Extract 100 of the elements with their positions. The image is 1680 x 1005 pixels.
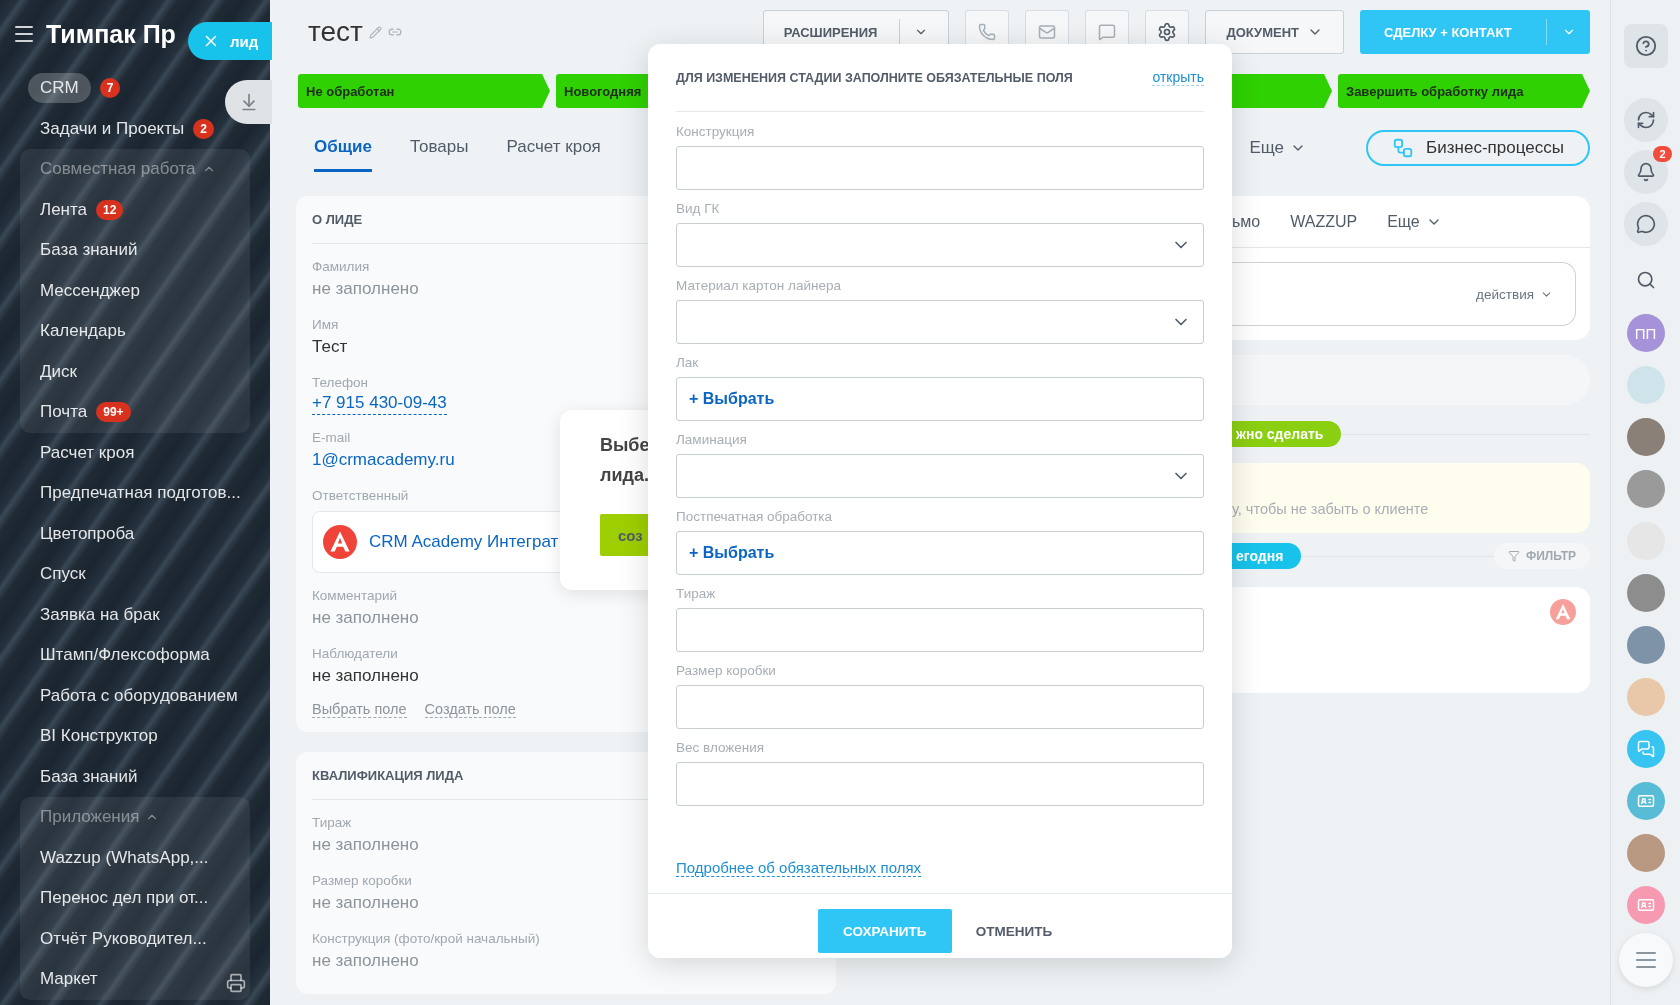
stage-step[interactable]: Не обработан (298, 74, 550, 108)
help-link[interactable]: Подробнее об обязательных полях (676, 859, 922, 877)
sidebar-item[interactable]: Задачи и Проекты (40, 118, 185, 139)
field-label: Конструкция (фото/крой начальный) (312, 930, 540, 948)
field-label: Конструкция (676, 123, 756, 141)
filter-icon (1507, 550, 1520, 562)
sidebar-item[interactable]: Расчет кроя (40, 442, 135, 463)
tab[interactable]: Товары (410, 124, 469, 172)
user-link[interactable]: CRM Academy Интеграт (369, 532, 559, 552)
input-field[interactable] (676, 146, 1204, 190)
picker-field[interactable]: + Выбрать (676, 377, 1204, 421)
select-field[interactable] (676, 223, 1204, 267)
sidebar-item[interactable]: Штамп/Флексоформа (40, 645, 210, 666)
sidebar-item[interactable]: Маркет (40, 969, 98, 990)
input-field[interactable] (676, 762, 1204, 806)
activity-tab[interactable]: WAZZUP (1290, 212, 1358, 231)
sidebar-item[interactable]: База знаний (40, 240, 138, 261)
sidebar-item[interactable]: Мессенджер (40, 280, 140, 301)
sidebar-group-toggle[interactable]: Совместная работа (40, 159, 216, 180)
field-value: Тест (312, 336, 348, 358)
more-tab[interactable]: Еще (1249, 124, 1306, 172)
sidebar-item[interactable]: Почта (40, 402, 88, 423)
actions-dropdown[interactable]: действия (1476, 286, 1553, 302)
printer-icon[interactable] (226, 973, 246, 993)
activity-tab[interactable]: ьмо (1232, 212, 1261, 231)
input-field[interactable] (676, 608, 1204, 652)
field-label: Вес вложения (676, 739, 766, 757)
sidebar-item[interactable]: Лента (40, 199, 88, 220)
cancel-button[interactable]: ОТМЕНИТЬ (965, 909, 1063, 953)
field-label: Комментарий (312, 587, 398, 605)
note-text: у, чтобы не забыть о клиенте (1232, 501, 1429, 517)
sidebar-group-toggle[interactable]: Приложения (40, 807, 160, 828)
picker-field[interactable]: + Выбрать (676, 531, 1204, 575)
field-label: Постпечатная обработка (676, 508, 834, 526)
popup-text: Выбе (600, 434, 651, 457)
contact-card-icon[interactable] (1626, 782, 1665, 820)
open-link[interactable]: открыть (1152, 69, 1204, 86)
field-label: E-mail (312, 429, 351, 447)
input-field[interactable] (676, 685, 1204, 729)
sidebar-item[interactable]: Wazzup (WhatsApp,... (40, 847, 209, 868)
document-button[interactable]: ДОКУМЕНТ (1205, 10, 1344, 54)
sidebar-item[interactable]: Диск (40, 361, 77, 382)
sidebar-item[interactable]: Календарь (40, 321, 126, 342)
count-badge: 7 (99, 78, 121, 99)
pencil-icon[interactable] (368, 25, 382, 39)
field-label: Лак (676, 354, 700, 372)
sidebar-item[interactable]: Цветопроба (40, 523, 135, 544)
help-icon[interactable] (1623, 24, 1668, 68)
contact-link[interactable]: 1@crmacademy.ru (312, 447, 455, 473)
select-field[interactable] (676, 300, 1204, 344)
field-value: не заполнено (312, 950, 419, 972)
avatar[interactable] (1626, 626, 1665, 664)
link-icon[interactable] (387, 25, 402, 39)
todo-badge: жно сделать (1232, 421, 1342, 447)
logo-icon (323, 525, 357, 559)
avatar[interactable] (1626, 834, 1665, 872)
popup-text: лида. (600, 464, 650, 487)
select-field[interactable] (676, 454, 1204, 498)
contact-link[interactable]: +7 915 430-09-43 (312, 392, 447, 415)
field-label: Размер коробки (676, 662, 777, 680)
sidebar-item[interactable]: Предпечатная подготов... (40, 483, 241, 504)
count-badge: 2 (193, 118, 214, 139)
sidebar-item[interactable]: Перенос дел при от... (40, 888, 209, 909)
contact-card-icon[interactable] (1626, 886, 1665, 924)
workflow-icon (1392, 137, 1415, 159)
activity-tab[interactable]: Еще (1387, 212, 1442, 231)
card-title: О ЛИДЕ (312, 212, 363, 227)
card-title: КВАЛИФИКАЦИЯ ЛИДА (312, 768, 464, 783)
today-badge: егодня (1232, 543, 1302, 569)
sidebar-item[interactable]: CRM (28, 73, 91, 104)
sidebar-item[interactable]: Работа с оборудованием (40, 685, 238, 706)
avatar[interactable] (1626, 574, 1665, 612)
collapse-button[interactable] (225, 80, 272, 124)
field-label: Тираж (676, 585, 717, 603)
count-badge: 99+ (96, 402, 131, 423)
sidebar-item[interactable]: BI Конструктор (40, 726, 158, 747)
refresh-icon[interactable] (1623, 98, 1668, 142)
business-processes-button[interactable]: Бизнес-процессы (1366, 130, 1590, 166)
tab[interactable]: Общие (314, 124, 372, 172)
sidebar-item[interactable]: База знаний (40, 766, 138, 787)
dialog-title: ДЛЯ ИЗМЕНЕНИЯ СТАДИИ ЗАПОЛНИТЕ ОБЯЗАТЕЛЬНЫЕ ПОЛЯ (676, 70, 1073, 85)
sidebar-item[interactable]: Спуск (40, 564, 86, 585)
avatar[interactable] (1626, 470, 1665, 508)
stage-step[interactable]: Завершить обработку лида (1338, 74, 1590, 108)
field-value: не заполнено (312, 665, 419, 687)
avatar[interactable] (1626, 418, 1665, 456)
field-label: Имя (312, 316, 339, 334)
count-badge: 12 (96, 199, 124, 220)
chat-icon (1098, 23, 1117, 41)
avatar[interactable] (1626, 678, 1665, 716)
menu-button[interactable] (1618, 933, 1673, 987)
field-label: Наблюдатели (312, 645, 398, 663)
chat-icon[interactable] (1623, 202, 1668, 246)
field-label: Размер коробки (312, 872, 412, 890)
field-value: не заполнено (312, 278, 419, 300)
logo-icon (1550, 599, 1576, 625)
tab[interactable]: Расчет кроя (506, 124, 601, 172)
settings-icon (1157, 22, 1178, 42)
sidebar-item[interactable]: Заявка на брак (40, 604, 160, 625)
sidebar-item[interactable]: Отчёт Руководител... (40, 928, 207, 949)
